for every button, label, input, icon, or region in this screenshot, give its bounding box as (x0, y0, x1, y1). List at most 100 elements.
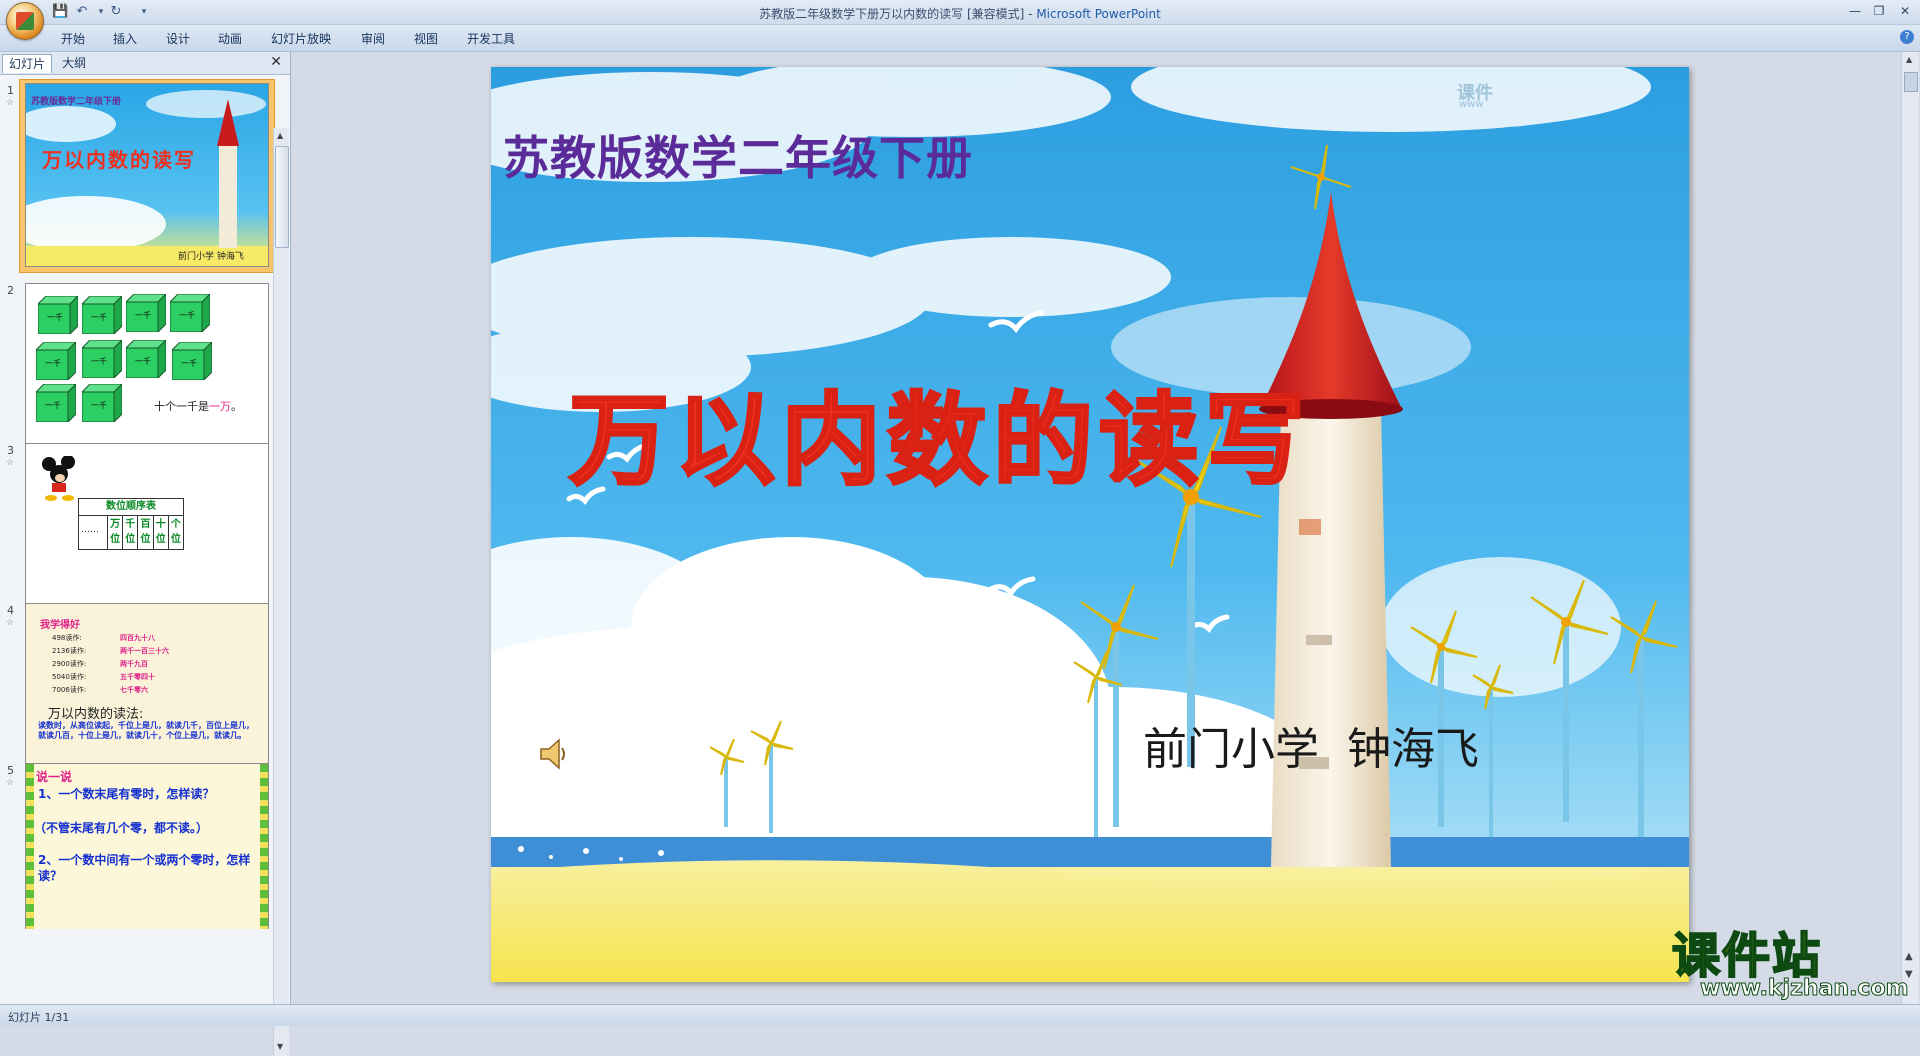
reading-row: 7006读作: 七千零六 (40, 684, 260, 697)
column-bai: 百位 (137, 516, 152, 549)
slide-number-5: 5 (7, 764, 14, 777)
slide-thumbnail-3[interactable]: 数位顺序表 …… 万位 千位 百位 十位 个位 (25, 443, 269, 627)
slide-subtitle[interactable]: 苏教版数学二年级下册 (503, 122, 973, 188)
tab-home[interactable]: 开始 (61, 30, 85, 47)
scroll-up-icon[interactable]: ▲ (1906, 55, 1912, 64)
document-title: 苏教版二年级数学下册万以内数的读写 [兼容模式] (759, 7, 1025, 21)
slide-thumbnail-1[interactable]: 苏教版数学二年级下册 万以内数的读写 前门小学 钟海飞 (25, 83, 269, 267)
thumbnail-5-q1: 1、一个数末尾有零时，怎样读？ (38, 787, 215, 801)
cube-label: 一千 (135, 311, 151, 320)
thousand-cube: 一千 (124, 292, 168, 334)
cube-label: 一千 (45, 359, 61, 368)
scrollbar-thumb[interactable] (275, 146, 289, 248)
table-columns: 万位 千位 百位 十位 个位 (107, 516, 183, 549)
reading-exercise-list: 498读作: 四百九十八 2136读作: 两千一百三十六 2900读作: 两千九百 5040… (40, 632, 260, 697)
slide-number-2: 2 (7, 284, 14, 297)
slides-panel: 幻灯片 大纲 ✕ 1 ☆ 苏教版数学二年级下册 万以内数的读写 前门小学 钟海飞… (0, 52, 291, 1056)
watermark-logo: 课件站 www.kjzhan.com (1671, 927, 1912, 1004)
slide-thumbnail-2[interactable]: 一千 一千 一千 一千 一千 一千 一千 一千 一千 一千 十个一千是一万。 (25, 283, 269, 467)
slide-author[interactable]: 前门小学 钟海飞 (1143, 713, 1479, 777)
thousand-cube: 一千 (80, 382, 124, 424)
caption-prefix: 十个一千是 (154, 400, 209, 413)
tab-slideshow[interactable]: 幻灯片放映 (271, 30, 331, 47)
minimize-icon[interactable]: — (1844, 2, 1866, 20)
thumbnail-5-heading: 说一说 (36, 770, 73, 784)
thumbnail-2-caption: 十个一千是一万。 (154, 398, 242, 414)
close-icon[interactable]: ✕ (1894, 2, 1916, 20)
thousand-cube: 一千 (168, 292, 212, 334)
caption-highlight: 一万 (209, 400, 231, 413)
tab-developer[interactable]: 开发工具 (467, 30, 515, 47)
status-bar: 幻灯片 1/31 (0, 1004, 1920, 1026)
column-qian: 千位 (122, 516, 137, 549)
close-panel-icon[interactable]: ✕ (270, 54, 282, 70)
place-value-table: …… 万位 千位 百位 十位 个位 (78, 515, 184, 550)
help-icon[interactable]: ? (1900, 30, 1914, 44)
transition-star-icon: ☆ (6, 458, 15, 468)
tab-insert[interactable]: 插入 (113, 30, 137, 47)
title-separator: - (1024, 7, 1037, 21)
reading-number: 7006读作: (52, 686, 87, 694)
cube-label: 一千 (45, 401, 61, 410)
thumbnails-scrollbar[interactable]: ▲ ▼ (273, 128, 289, 1056)
slide-scrollbar[interactable]: ▲ ▲ ▼ (1901, 52, 1919, 1004)
thousand-cube: 一千 (170, 340, 214, 382)
slide-thumbnail-4[interactable]: 我学得好 498读作: 四百九十八 2136读作: 两千一百三十六 2900读作: 两千九… (25, 603, 269, 787)
tab-review[interactable]: 审阅 (361, 30, 385, 47)
slide-number-3: 3 (7, 444, 14, 457)
reading-number: 498读作: (52, 634, 82, 642)
reading-row: 2900读作: 两千九百 (40, 658, 260, 671)
thousand-cube: 一千 (34, 382, 78, 424)
cube-label: 一千 (91, 313, 107, 322)
current-slide[interactable]: 苏教版数学二年级下册 万以内数的读写 前门小学 钟海飞 课件 www (491, 67, 1689, 982)
column-ge: 个位 (167, 516, 183, 549)
slide-scrollbar-thumb[interactable] (1904, 72, 1918, 92)
column-wan: 万位 (107, 516, 122, 549)
speaker-icon[interactable] (539, 737, 569, 771)
slide-number-1: 1 (7, 84, 14, 97)
thumbnail-4-rule-text: 读数时，从高位读起，千位上是几，就读几千，百位上是几，就读几百，十位上是几，就读… (38, 721, 254, 740)
tab-animations[interactable]: 动画 (218, 30, 242, 47)
reading-answer: 七千零六 (120, 686, 148, 694)
tab-view[interactable]: 视图 (414, 30, 438, 47)
cube-label: 一千 (179, 311, 195, 320)
thumbnail-4-rule-title: 万以内数的读法: (48, 707, 144, 722)
reading-answer: 五千零四十 (120, 673, 155, 681)
scroll-up-icon[interactable]: ▲ (277, 131, 283, 140)
tab-slides[interactable]: 幻灯片 (2, 54, 53, 73)
tab-outline[interactable]: 大纲 (56, 54, 92, 72)
reading-answer: 四百九十八 (120, 634, 155, 642)
office-button[interactable] (6, 2, 44, 40)
thousand-cube: 一千 (80, 338, 124, 380)
window-title: 苏教版二年级数学下册万以内数的读写 [兼容模式] - Microsoft Pow… (0, 5, 1920, 22)
cube-label: 一千 (135, 357, 151, 366)
transition-star-icon: ☆ (6, 778, 15, 788)
scroll-down-icon[interactable]: ▼ (277, 1042, 283, 1051)
tab-design[interactable]: 设计 (166, 30, 190, 47)
slide-thumbnail-5[interactable]: 说一说 1、一个数末尾有零时，怎样读？ （不管末尾有几个零，都不读。） 2、一个… (25, 763, 269, 929)
slide-title[interactable]: 万以内数的读写 (568, 359, 1311, 504)
panel-tabs: 幻灯片 大纲 ✕ (0, 52, 290, 75)
mickey-mouse-icon (42, 456, 75, 501)
reading-number: 2136读作: (52, 647, 87, 655)
slide-background (491, 67, 1689, 982)
restore-icon[interactable]: ❐ (1868, 2, 1890, 20)
office-logo-icon (16, 12, 34, 30)
table-title: 数位顺序表 (78, 498, 184, 516)
thumbnail-4-heading: 我学得好 (40, 620, 80, 631)
cube-label: 一千 (91, 401, 107, 410)
reading-row: 2136读作: 两千一百三十六 (40, 645, 260, 658)
thumbnail-1-subtitle: 苏教版数学二年级下册 (31, 97, 122, 107)
thumbnail-5-a1: （不管末尾有几个零，都不读。） (34, 821, 209, 835)
ribbon-tabs: 开始 插入 设计 动画 幻灯片放映 审阅 视图 开发工具 ? (0, 25, 1920, 52)
title-bar: 💾 ↶ ▾ ↻ ▾ 苏教版二年级数学下册万以内数的读写 [兼容模式] - Mic… (0, 0, 1920, 40)
thousand-cube: 一千 (36, 294, 80, 336)
cube-label: 一千 (47, 313, 63, 322)
cube-label: 一千 (181, 359, 197, 368)
reading-answer: 两千九百 (120, 660, 148, 668)
thousand-cube: 一千 (124, 338, 168, 380)
thumbnail-5-q2: 2、一个数中间有一个或两个零时，怎样读？ (38, 853, 251, 883)
reading-answer: 两千一百三十六 (120, 647, 169, 655)
caption-suffix: 。 (231, 400, 242, 413)
thousand-cube: 一千 (80, 294, 124, 336)
